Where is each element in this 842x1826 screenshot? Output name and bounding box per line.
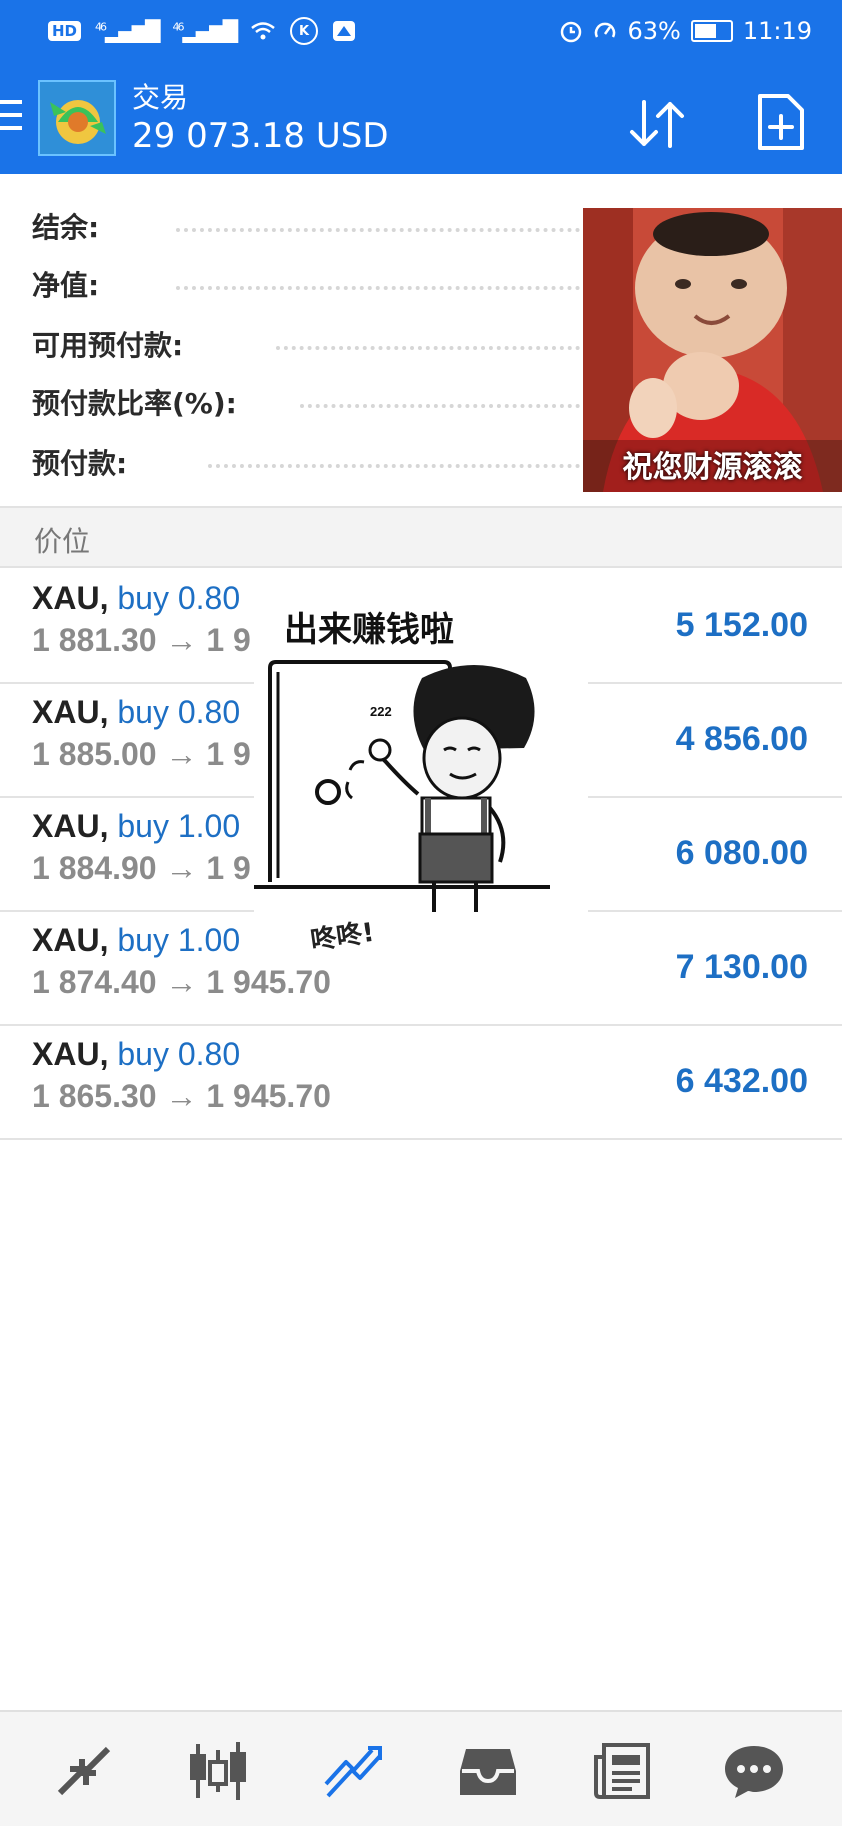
meme-caption-blessing: 祝您财源滚滚 (583, 440, 842, 492)
position-row[interactable]: XAU, buy 0.80 1 865.30 → 1 945.70 6 432.… (0, 1026, 842, 1138)
position-side: buy (117, 922, 169, 958)
position-prices: 1 865.30 → 1 945.70 (32, 1078, 331, 1114)
position-volume: 1.00 (177, 922, 241, 958)
bottom-navigation (0, 1710, 842, 1826)
battery-percent: 63% (627, 17, 681, 45)
trade-chart-icon[interactable] (322, 1740, 386, 1802)
vpn-badge-icon: K (290, 17, 319, 45)
knock-sound-text: 咚咚! (309, 918, 376, 956)
network-type-1: 46 (95, 20, 107, 34)
margin-level-leader-dots (300, 404, 580, 412)
margin-leader-dots (208, 464, 580, 472)
position-volume: 0.80 (177, 580, 241, 616)
position-prices: 1 874.40 → 1 945.70 (32, 964, 331, 1000)
knock-sound-effect: 咚咚! (309, 918, 376, 956)
position-symbol-line: XAU, buy 0.80 (32, 1036, 240, 1073)
balance-label: 结余: (32, 211, 100, 244)
margin-level-label: 预付款比率(%): (32, 387, 237, 420)
position-volume: 0.80 (177, 1036, 241, 1072)
network-type-2: 46 (172, 20, 185, 34)
position-prices: 1 885.00 → 1 9 (32, 736, 251, 772)
equity-leader-dots (176, 286, 580, 294)
status-left: HD 46▂▄▆█ 46▂▄▆█ K (48, 14, 356, 48)
app-bar: 交易 29 073.18 USD (0, 62, 842, 174)
signal-icon-2: 46▂▄▆█ (172, 19, 239, 43)
position-symbol: XAU, (32, 922, 109, 958)
sort-icon[interactable] (626, 96, 688, 152)
row-separator (0, 1138, 842, 1140)
door-cartoon-illustration: 222 咚咚! (254, 660, 550, 956)
position-symbol: XAU, (32, 694, 109, 730)
wifi-icon (251, 22, 275, 40)
clock: 11:19 (742, 17, 812, 45)
equity-label: 净值: (32, 269, 100, 302)
position-profit: 4 856.00 (675, 720, 808, 758)
position-side: buy (117, 580, 169, 616)
menu-icon[interactable] (0, 100, 24, 130)
position-profit: 5 152.00 (675, 606, 808, 644)
app-notification-icon (333, 21, 356, 41)
position-side: buy (117, 808, 169, 844)
position-symbol: XAU, (32, 808, 109, 844)
hd-badge: HD (48, 21, 82, 41)
position-profit: 6 080.00 (675, 834, 808, 872)
power-saving-icon (595, 22, 616, 38)
chat-icon[interactable] (722, 1740, 786, 1802)
app-logo (38, 80, 116, 156)
balance-leader-dots (176, 228, 580, 236)
app-title: 交易 (132, 81, 189, 114)
alarm-icon (561, 21, 582, 43)
position-symbol: XAU, (32, 1036, 109, 1072)
positions-section-header: 价位 (0, 508, 842, 568)
positions-section-title: 价位 (34, 525, 91, 558)
balance-row: 结余: (32, 204, 99, 248)
position-symbol-line: XAU, buy 1.00 (32, 922, 240, 959)
candlestick-chart-icon[interactable] (186, 1740, 250, 1802)
position-volume: 0.80 (177, 694, 241, 730)
equity-row: 净值: (32, 262, 99, 306)
signal-icon-1: 46▂▄▆█ (95, 19, 161, 43)
meme-image-baby: 祝您财源滚滚 (583, 208, 842, 492)
new-order-icon[interactable] (756, 92, 806, 152)
margin-level-row: 预付款比率(%): (32, 380, 237, 424)
battery-icon (690, 20, 733, 42)
status-right: 63% 11:19 (559, 14, 812, 48)
position-side: buy (117, 694, 169, 730)
position-prices: 1 881.30 → 1 9 (32, 622, 251, 658)
door-number: 222 (370, 704, 392, 719)
position-prices: 1 884.90 → 1 9 (32, 850, 251, 886)
position-symbol-line: XAU, buy 1.00 (32, 808, 240, 845)
free-margin-leader-dots (276, 346, 580, 354)
account-balance: 29 073.18 USD (132, 116, 389, 156)
margin-label: 预付款: (32, 447, 128, 480)
quotes-arrows-icon[interactable] (52, 1740, 116, 1802)
news-icon[interactable] (590, 1740, 654, 1802)
position-symbol: XAU, (32, 580, 109, 616)
inbox-icon[interactable] (456, 1740, 520, 1802)
position-profit: 6 432.00 (675, 1062, 808, 1100)
free-margin-row: 可用预付款: (32, 322, 183, 366)
position-symbol-line: XAU, buy 0.80 (32, 580, 240, 617)
meme-sticker-door: 出来赚钱啦 222 咚咚! (254, 582, 588, 956)
position-symbol-line: XAU, buy 0.80 (32, 694, 240, 731)
position-side: buy (117, 1036, 169, 1072)
status-bar: HD 46▂▄▆█ 46▂▄▆█ K 63% 11:19 (0, 0, 842, 62)
section-header-divider (0, 566, 842, 568)
position-profit: 7 130.00 (675, 948, 808, 986)
margin-row: 预付款: (32, 440, 127, 484)
free-margin-label: 可用预付款: (32, 329, 184, 362)
position-volume: 1.00 (177, 808, 241, 844)
